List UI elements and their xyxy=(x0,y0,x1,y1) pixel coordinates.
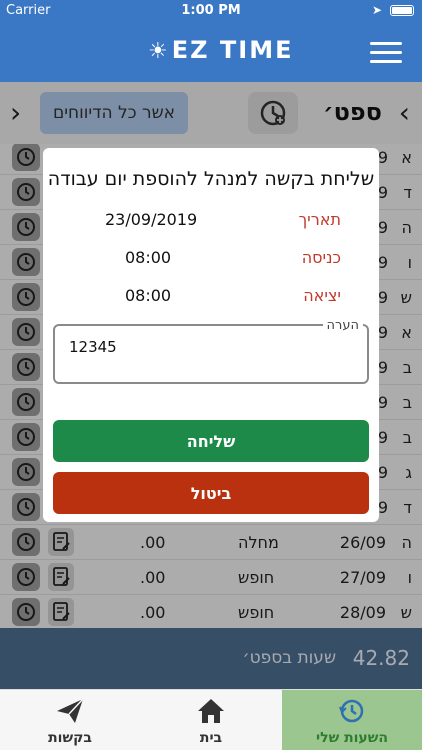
bottom-tab-bar: בקשות בית השעות שלי xyxy=(0,689,422,750)
tab-my-hours[interactable]: השעות שלי xyxy=(282,690,422,750)
tab-requests[interactable]: בקשות xyxy=(0,690,140,750)
history-icon xyxy=(336,696,368,726)
exit-time-value[interactable]: 08:00 xyxy=(125,286,171,305)
app-logo: ☀EZ TIME xyxy=(148,36,294,64)
clock-time: 1:00 PM xyxy=(181,3,241,18)
paper-plane-icon xyxy=(54,696,86,726)
comment-text[interactable]: 12345 xyxy=(69,338,117,356)
app-header: ☀EZ TIME xyxy=(0,22,422,82)
cancel-button[interactable]: ביטול xyxy=(53,472,369,514)
entry-time-value[interactable]: 08:00 xyxy=(125,248,171,267)
comment-label: הערה xyxy=(322,318,363,333)
hamburger-menu-button[interactable] xyxy=(370,42,402,64)
status-bar: Carrier 1:00 PM ➤ xyxy=(0,0,422,22)
date-value[interactable]: 23/09/2019 xyxy=(105,210,197,229)
entry-label: כניסה xyxy=(301,248,341,267)
location-icon: ➤ xyxy=(371,3,382,17)
date-label: תאריך xyxy=(298,210,341,229)
add-workday-request-dialog: שליחת בקשה למנהל להוספת יום עבודה תאריך … xyxy=(43,148,379,522)
battery-icon xyxy=(390,5,414,16)
exit-label: יציאה xyxy=(303,286,341,305)
tab-home[interactable]: בית xyxy=(141,690,281,750)
home-icon xyxy=(195,696,227,726)
send-button[interactable]: שליחה xyxy=(53,420,369,462)
dialog-title: שליחת בקשה למנהל להוספת יום עבודה xyxy=(47,168,375,190)
sun-icon: ☀ xyxy=(148,39,170,64)
